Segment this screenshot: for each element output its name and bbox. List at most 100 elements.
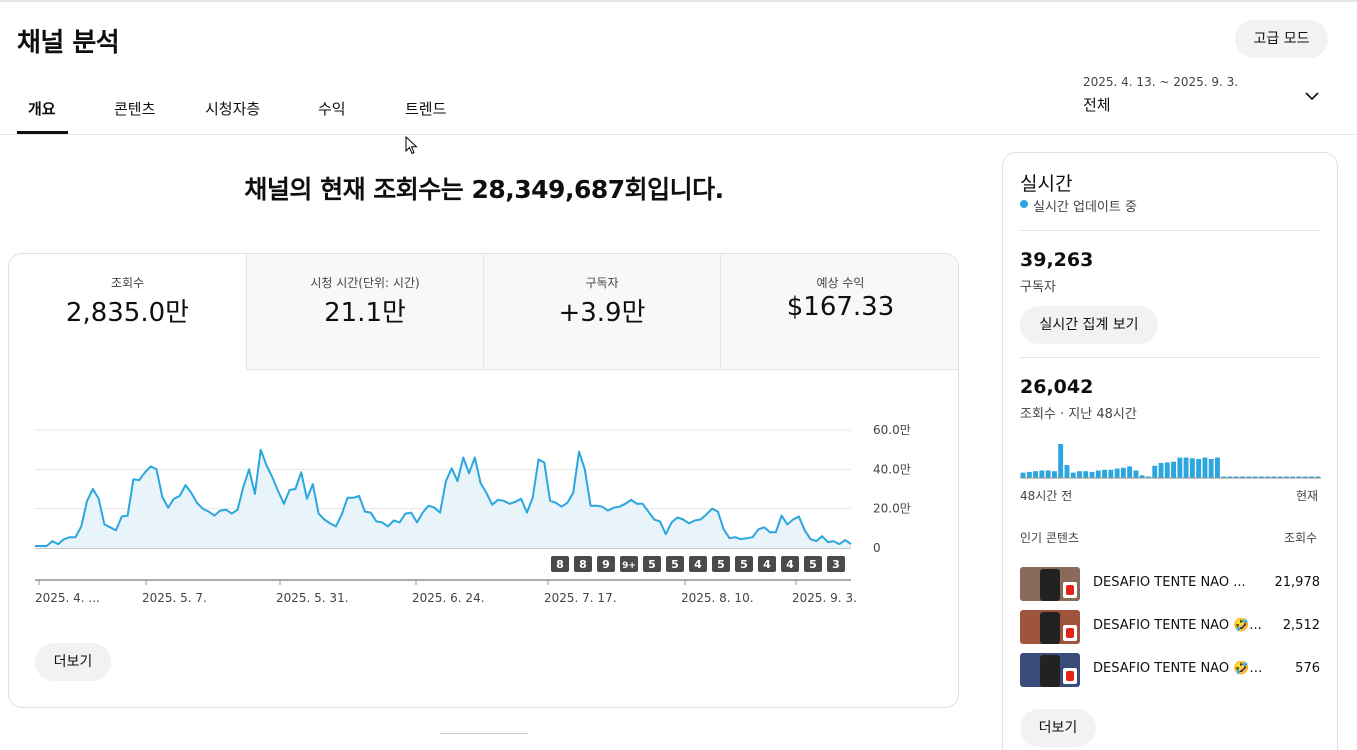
page-title: 채널 분석 [17,28,120,58]
realtime-bar [1039,470,1045,478]
video-marker-count: 5 [648,558,656,571]
realtime-bar [1033,471,1038,478]
y-tick-label: 0 [873,541,881,555]
realtime-views-label: 조회수 · 지난 48시간 [1020,407,1137,422]
video-thumbnail[interactable] [1020,610,1080,644]
realtime-status: 실시간 업데이트 중 [1033,200,1137,215]
video-marker-badge[interactable]: 8 [551,556,569,572]
realtime-bar [1164,462,1170,478]
top-content-metric: 조회수 [1284,531,1318,545]
realtime-bar [1070,472,1076,478]
chevron-down-icon[interactable] [1304,88,1320,104]
video-marker-badge[interactable]: 5 [804,556,822,572]
video-marker-count: 3 [832,558,840,571]
realtime-bar [1177,457,1183,478]
realtime-bar [1089,471,1095,478]
y-tick-label: 20.0만 [873,502,911,516]
realtime-subscribers-label: 구독자 [1020,280,1056,295]
tab-trends[interactable]: 트렌드 [405,98,446,119]
video-title[interactable]: DESAFIO TENTE NÃO ... [1093,575,1263,590]
video-marker-badge[interactable]: 5 [643,556,661,572]
video-marker-badge[interactable]: 3 [827,556,845,572]
overview-card: 조회수 2,835.0만 시청 시간(단위: 시간) 21.1만 구독자 +3.… [8,253,959,708]
top-border [0,0,1357,2]
video-marker-count: 8 [556,558,564,571]
video-thumbnail[interactable] [1020,567,1080,601]
realtime-bar [1127,466,1133,478]
video-marker-badge[interactable]: 5 [735,556,753,572]
thumbnail-figure [1040,655,1060,687]
metric-tab-views[interactable]: 조회수 2,835.0만 [9,254,246,370]
metric-value: 21.1만 [324,298,406,328]
chart-more-button[interactable]: 더보기 [35,643,111,681]
metric-tab-subscribers[interactable]: 구독자 +3.9만 [483,254,720,370]
realtime-more-button[interactable]: 더보기 [1020,709,1096,747]
x-tick-label: 2025. 5. 7. [142,591,207,605]
metric-label: 예상 수익 [816,276,865,290]
realtime-bar [1083,471,1089,478]
realtime-bar-chart[interactable] [1020,438,1321,480]
video-thumbnail[interactable] [1020,653,1080,687]
divider [1020,230,1320,231]
video-views: 21,978 [1274,575,1321,590]
x-tick-label: 2025. 4. ... [35,591,100,605]
video-title[interactable]: DESAFIO TENTE NÃO 🤣 R... [1093,661,1263,676]
shorts-icon [1063,625,1077,641]
metric-value: +3.9만 [558,298,646,328]
metric-tab-watch-time[interactable]: 시청 시간(단위: 시간) 21.1만 [246,254,483,370]
video-marker-badge[interactable]: 4 [758,556,776,572]
tab-content[interactable]: 콘텐츠 [114,98,155,119]
metric-label: 시청 시간(단위: 시간) [310,276,420,290]
top-content-row[interactable]: DESAFIO TENTE NÃO 🤣 R... 576 [1020,653,1320,687]
realtime-bar [1183,457,1189,478]
realtime-bar [1095,470,1101,478]
top-content-row[interactable]: DESAFIO TENTE NÃO 🤣... 2,512 [1020,610,1320,644]
tab-audience[interactable]: 시청자층 [205,98,260,119]
active-tab-indicator [17,131,68,134]
realtime-bar [1152,465,1158,478]
y-tick-label: 40.0만 [873,462,911,476]
video-marker-count: 9 [602,558,610,571]
scroll-indicator [440,733,528,734]
tab-overview[interactable]: 개요 [28,98,56,119]
video-marker-badge[interactable]: 4 [689,556,707,572]
top-content-header: 인기 콘텐츠 [1020,531,1080,545]
realtime-bar [1133,470,1139,478]
views-line-chart[interactable]: 0 20.0만 40.0만 60.0만 8 8 9 9+ 5 5 4 5 5 4 4 5 3 2025. 4. .… [9,370,959,620]
video-marker-count: 8 [579,558,587,571]
video-marker-badge[interactable]: 9 [597,556,615,572]
tab-revenue[interactable]: 수익 [318,98,346,119]
metric-tab-revenue[interactable]: 예상 수익 $167.33 [720,254,958,370]
realtime-panel: 실시간 실시간 업데이트 중 39,263 구독자 실시간 집계 보기 26,0… [1002,152,1338,750]
video-marker-count: 9+ [622,561,636,571]
realtime-bar [1026,471,1032,478]
realtime-bar [1064,465,1070,478]
realtime-subscribers-value: 39,263 [1020,249,1094,271]
video-marker-badge[interactable]: 5 [712,556,730,572]
video-marker-badge[interactable]: 8 [574,556,592,572]
metric-value: $167.33 [786,292,895,322]
live-count-button[interactable]: 실시간 집계 보기 [1020,306,1158,344]
date-scope-text: 전체 [1083,96,1111,114]
video-marker-badge[interactable]: 4 [781,556,799,572]
video-views: 576 [1295,661,1320,676]
realtime-bar [1158,463,1164,478]
realtime-bar [1077,471,1082,478]
video-marker-count: 4 [763,558,771,571]
realtime-bar [1102,469,1107,478]
realtime-bar [1171,461,1176,478]
realtime-bar [1052,471,1057,478]
advanced-mode-button[interactable]: 고급 모드 [1235,20,1328,58]
realtime-bar [1208,459,1214,478]
realtime-title: 실시간 [1020,173,1073,195]
realtime-bar [1215,457,1220,478]
video-marker-badge[interactable]: 9+ [620,556,638,572]
top-content-row[interactable]: DESAFIO TENTE NÃO ... 21,978 [1020,567,1320,601]
divider [1020,357,1320,358]
video-marker-badge[interactable]: 5 [666,556,684,572]
video-title[interactable]: DESAFIO TENTE NÃO 🤣... [1093,618,1263,633]
date-range-text: 2025. 4. 13. ~ 2025. 9. 3. [1083,75,1239,89]
realtime-bar [1120,467,1126,478]
realtime-views-value: 26,042 [1020,376,1094,398]
video-marker-count: 5 [717,558,725,571]
